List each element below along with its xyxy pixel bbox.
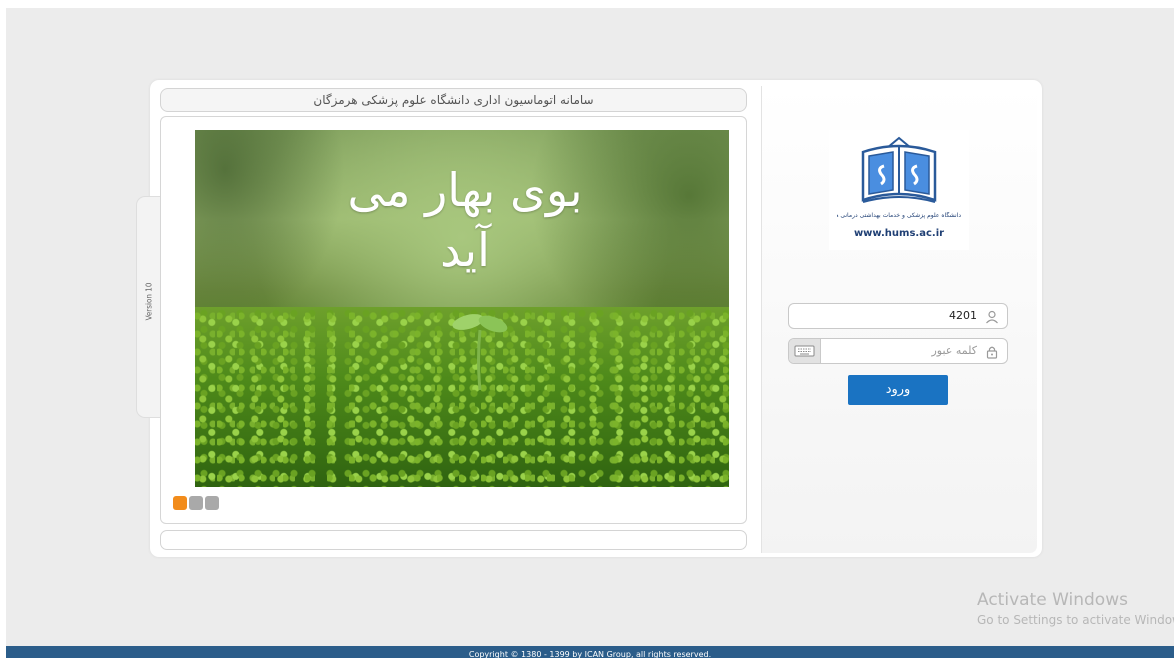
slide-dot-3[interactable] [205,496,219,510]
slide-dot-2[interactable] [189,496,203,510]
login-button[interactable]: ورود [848,375,948,405]
version-tab: Version 10 [136,196,161,418]
slideshow-image: بوی بهار می آید [195,130,729,487]
password-placeholder: کلمه عبور [931,344,977,357]
activate-windows-subtitle: Go to Settings to activate Windows. [977,613,1174,627]
slideshow-footer-bar [160,530,747,550]
page-title: سامانه اتوماسیون اداری دانشگاه علوم پزشک… [160,88,747,112]
password-field[interactable]: کلمه عبور [788,338,1008,364]
footer-bar: Copyright © 1380 - 1399 by ICAN Group, a… [6,646,1174,658]
book-emblem-icon [861,136,937,203]
lock-icon [986,346,998,359]
username-field[interactable]: 4201 [788,303,1008,329]
slide-dot-1[interactable] [173,496,187,510]
background-blur [195,130,345,330]
virtual-keyboard-button[interactable] [789,339,821,363]
username-value: 4201 [949,309,977,322]
sprout-illustration [452,314,508,390]
activate-windows-title: Activate Windows [977,590,1128,610]
slideshow-dots [173,495,221,510]
keyboard-icon [794,345,815,357]
logo-tagline: دانشگاه علوم پزشکی و خدمات بهداشتی درمان… [837,212,961,219]
activate-windows-watermark: Activate Windows Go to Settings to activ… [977,590,1174,627]
user-icon [986,310,998,324]
logo-url: www.hums.ac.ir [853,228,945,239]
version-label: Version 10 [144,282,154,321]
slide-caption: بوی بهار می آید [347,163,583,277]
university-logo: دانشگاه علوم پزشکی و خدمات بهداشتی درمان… [829,130,969,250]
